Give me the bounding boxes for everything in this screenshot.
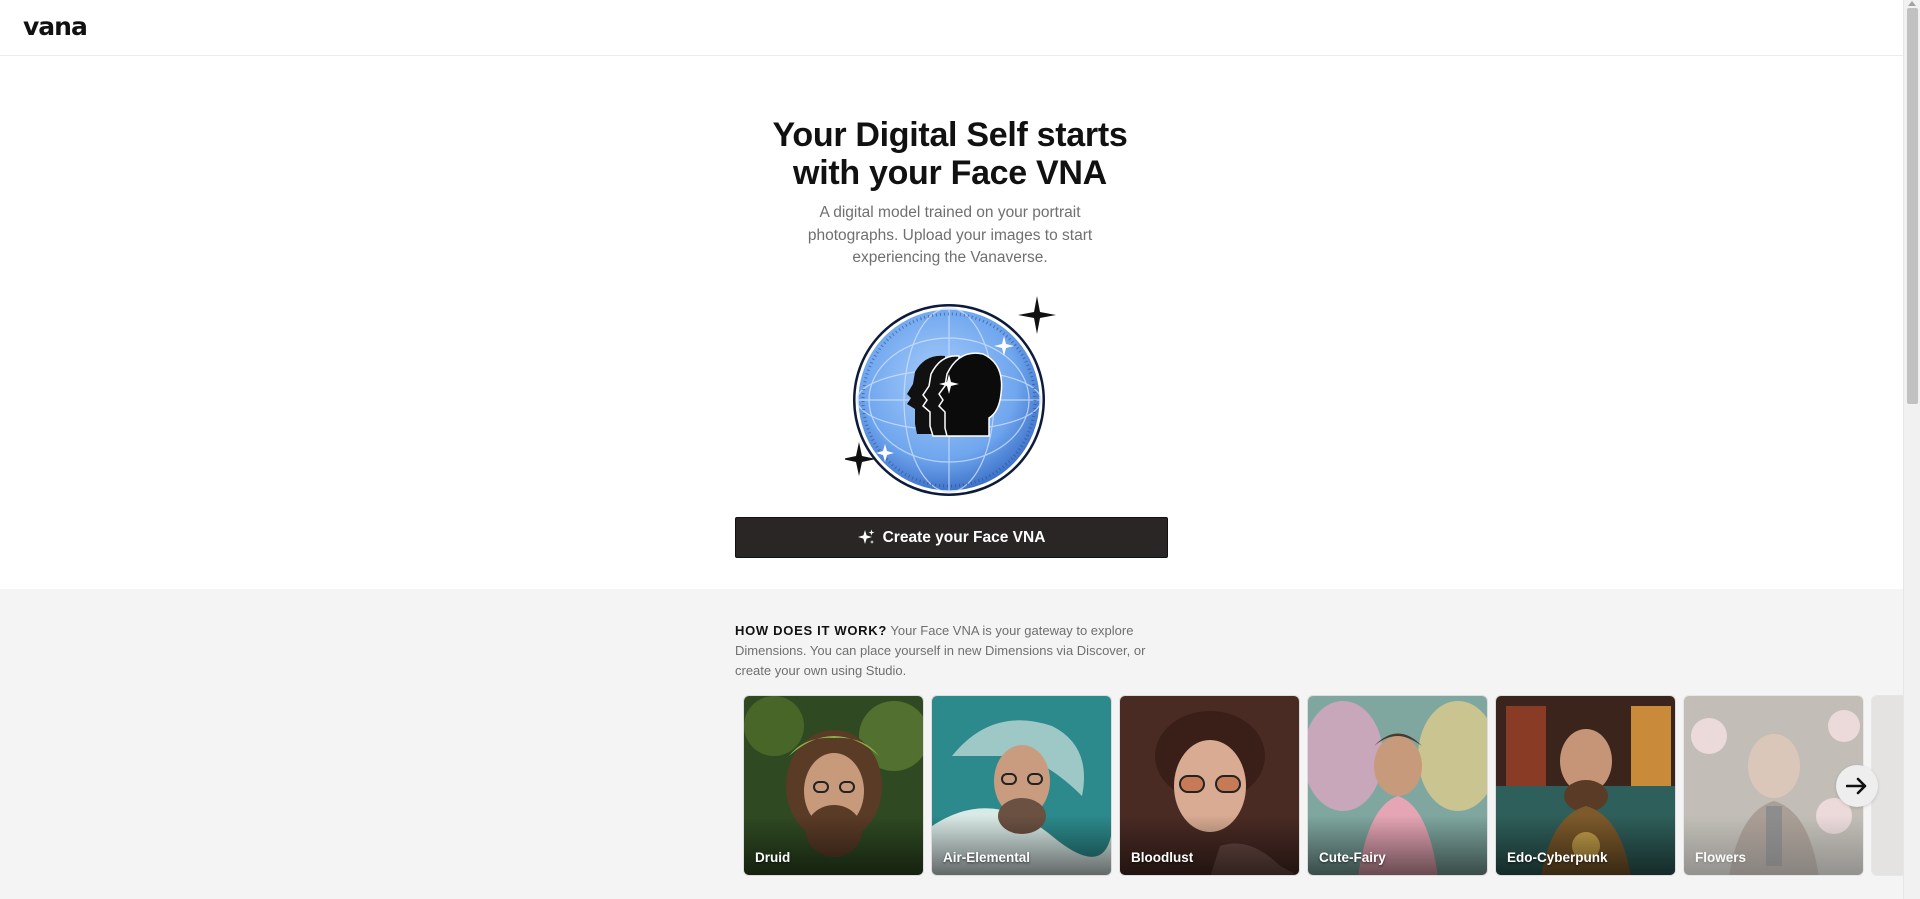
card-gradient (1496, 815, 1675, 875)
dimension-card-edo-cyberpunk[interactable]: Edo-Cyberpunk (1495, 695, 1676, 876)
dimension-card-air-elemental[interactable]: Air-Elemental (931, 695, 1112, 876)
face-vna-globe-illustration (845, 296, 1056, 496)
card-gradient (1308, 815, 1487, 875)
dimensions-carousel: Druid Air-Elemental Bloodlust Cute-Fairy… (743, 695, 1903, 876)
dimension-card-label: Bloodlust (1131, 850, 1194, 865)
sparkle-icon (857, 529, 875, 544)
page-subtitle: A digital model trained on your portrait… (807, 204, 1093, 266)
top-bar: vana (0, 0, 1903, 56)
how-it-works-heading: HOW DOES IT WORK? (735, 623, 887, 638)
vana-logo[interactable]: vana (23, 12, 88, 41)
page-title: Your Digital Self starts with your Face … (710, 116, 1190, 192)
dimension-card-label: Cute-Fairy (1319, 850, 1386, 865)
page: vana Your Digital Self starts with your … (0, 0, 1920, 899)
page-title-line-2: with your Face VNA (793, 154, 1107, 192)
vertical-scrollbar[interactable] (1903, 0, 1920, 899)
create-face-vna-label: Create your Face VNA (882, 528, 1046, 546)
dimension-card-cute-fairy[interactable]: Cute-Fairy (1307, 695, 1488, 876)
card-gradient (744, 815, 923, 875)
scrollbar-thumb[interactable] (1907, 8, 1918, 404)
scroll-up-arrow[interactable] (1908, 1, 1916, 6)
dimension-card-label: Edo-Cyberpunk (1507, 850, 1608, 865)
card-gradient (1120, 815, 1299, 875)
arrow-right-icon (1846, 777, 1867, 795)
dimension-card-label: Flowers (1695, 850, 1747, 865)
dimension-card-label: Air-Elemental (943, 850, 1031, 865)
dimension-card-druid[interactable]: Druid (743, 695, 924, 876)
page-title-line-1: Your Digital Self starts (772, 116, 1128, 154)
create-face-vna-button[interactable]: Create your Face VNA (735, 517, 1168, 558)
card-gradient (1684, 815, 1863, 875)
dimension-card-label: Druid (755, 850, 791, 865)
carousel-next-button[interactable] (1836, 765, 1878, 807)
dimension-card-bloodlust[interactable]: Bloodlust (1119, 695, 1300, 876)
how-it-works-text: HOW DOES IT WORK? Your Face VNA is your … (735, 621, 1175, 681)
card-gradient (932, 815, 1111, 875)
